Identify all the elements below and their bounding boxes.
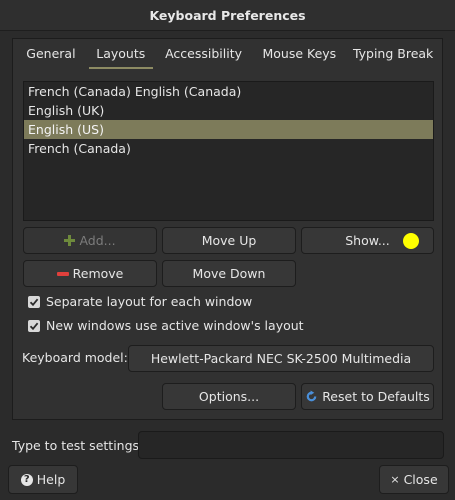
help-button-label: Help <box>36 472 66 487</box>
add-button[interactable]: Add... <box>23 227 157 254</box>
separate-layout-label: Separate layout for each window <box>46 294 253 309</box>
move-up-button-label: Move Up <box>201 233 257 248</box>
tab-accessibility[interactable]: Accessibility <box>153 39 255 69</box>
separate-layout-option[interactable]: Separate layout for each window <box>28 294 252 309</box>
close-icon: × <box>390 473 400 486</box>
new-windows-label: New windows use active window's layout <box>46 318 304 333</box>
keyboard-model-button[interactable]: Hewlett-Packard NEC SK-2500 Multimedia <box>128 345 434 372</box>
check-icon <box>29 322 39 330</box>
list-item[interactable]: French (Canada) <box>24 139 433 158</box>
add-icon <box>64 235 76 246</box>
tab-layouts[interactable]: Layouts <box>88 39 153 69</box>
options-button[interactable]: Options... <box>162 383 296 410</box>
separate-layout-checkbox[interactable] <box>28 295 40 308</box>
tab-typing-break[interactable]: Typing Break <box>344 39 442 69</box>
tab-bar: General Layouts Accessibility Mouse Keys… <box>13 39 442 69</box>
new-windows-option[interactable]: New windows use active window's layout <box>28 318 304 333</box>
remove-button[interactable]: Remove <box>23 260 157 287</box>
window-title: Keyboard Preferences <box>149 7 306 23</box>
list-item[interactable]: French (Canada) English (Canada) <box>24 82 433 101</box>
cursor-marker <box>403 233 419 249</box>
move-down-button[interactable]: Move Down <box>162 260 296 287</box>
move-up-button[interactable]: Move Up <box>162 227 296 254</box>
help-icon: ? <box>20 473 33 486</box>
help-button[interactable]: ? Help <box>8 465 78 494</box>
list-item[interactable]: English (UK) <box>24 101 433 120</box>
reset-to-defaults-button[interactable]: Reset to Defaults <box>301 383 434 410</box>
remove-icon <box>56 271 69 276</box>
close-button-label: Close <box>403 472 438 487</box>
reset-icon <box>306 390 317 402</box>
options-button-label: Options... <box>198 389 260 404</box>
layouts-list[interactable]: French (Canada) English (Canada) English… <box>23 81 434 221</box>
keyboard-model-value: Hewlett-Packard NEC SK-2500 Multimedia <box>150 351 412 366</box>
reset-button-label: Reset to Defaults <box>322 389 430 404</box>
close-button[interactable]: × Close <box>379 465 449 494</box>
keyboard-model-label: Keyboard model: <box>22 350 128 365</box>
add-button-label: Add... <box>79 233 116 248</box>
move-down-button-label: Move Down <box>192 266 266 281</box>
tab-mouse-keys[interactable]: Mouse Keys <box>254 39 344 69</box>
check-icon <box>29 298 39 306</box>
test-settings-label: Type to test settings: <box>12 438 144 453</box>
list-item-selected[interactable]: English (US) <box>24 120 433 139</box>
test-settings-input[interactable] <box>138 431 444 459</box>
window-titlebar: Keyboard Preferences <box>0 0 455 31</box>
preferences-notebook: General Layouts Accessibility Mouse Keys… <box>12 38 443 420</box>
remove-button-label: Remove <box>72 266 124 281</box>
show-button-label: Show... <box>345 233 390 248</box>
new-windows-checkbox[interactable] <box>28 319 40 332</box>
tab-general[interactable]: General <box>13 39 89 69</box>
